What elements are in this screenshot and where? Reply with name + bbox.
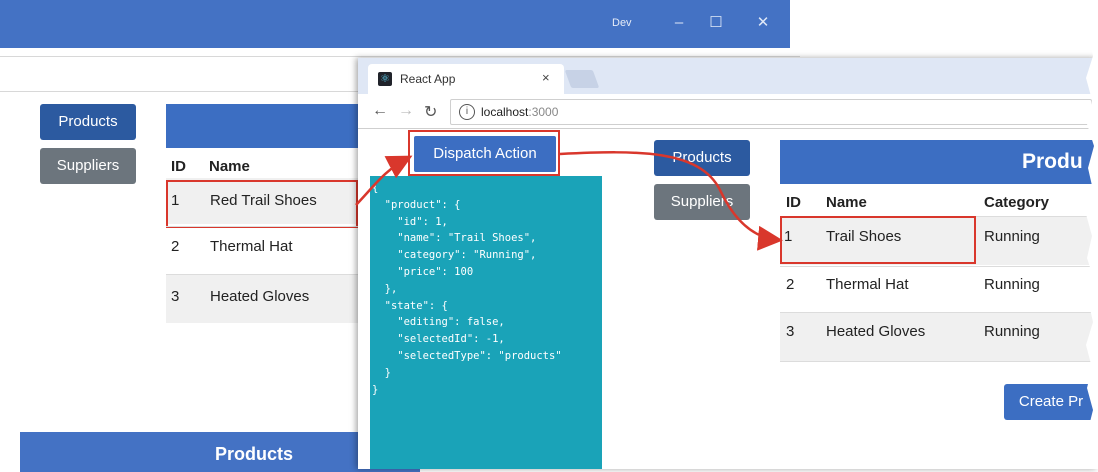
annotation-arrows	[355, 151, 783, 251]
arrow-to-dispatch	[355, 155, 413, 206]
arrow-to-row	[559, 151, 783, 251]
